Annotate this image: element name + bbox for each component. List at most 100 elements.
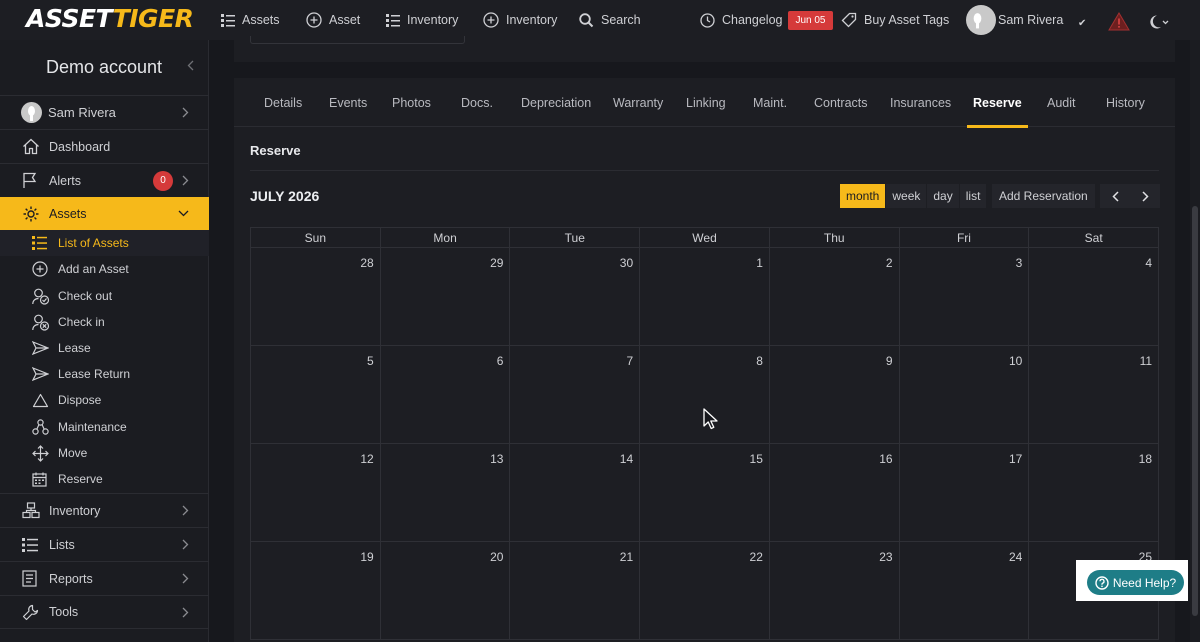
tab-details[interactable]: Details: [264, 78, 302, 127]
sidebar-item-alerts[interactable]: Alerts 0: [0, 163, 209, 197]
calendar-day[interactable]: 11: [1029, 346, 1160, 444]
nav-assets[interactable]: Assets: [221, 10, 280, 30]
sidebar-item-label: Lists: [49, 537, 75, 552]
nav-assets-label: Assets: [242, 13, 280, 27]
sidebar-subitem-label: Check in: [58, 315, 105, 329]
calendar-day[interactable]: 10: [899, 346, 1030, 444]
view-week-button[interactable]: week: [886, 184, 928, 208]
tab-contracts[interactable]: Contracts: [814, 78, 868, 127]
calendar-day[interactable]: 12: [251, 444, 381, 542]
user-menu[interactable]: Sam Rivera: [966, 5, 1063, 35]
calendar-day[interactable]: 17: [899, 444, 1030, 542]
calendar-day[interactable]: 14: [510, 444, 641, 542]
tab-photos[interactable]: Photos: [392, 78, 431, 127]
calendar-day[interactable]: 5: [251, 346, 381, 444]
calendar-day[interactable]: 15: [640, 444, 770, 542]
sidebar-subitem-lease[interactable]: Lease: [0, 335, 209, 361]
sidebar-subitem-lease-return[interactable]: Lease Return: [0, 361, 209, 387]
sidebar-subitem-list-of-assets[interactable]: List of Assets: [0, 230, 209, 256]
calendar-day[interactable]: 6: [380, 346, 511, 444]
calendar-day[interactable]: 9: [769, 346, 900, 444]
calendar-month-title: JULY 2026: [250, 188, 320, 204]
sidebar-item-inventory[interactable]: Inventory: [0, 493, 209, 527]
chevron-right-icon: [1141, 190, 1149, 202]
tab-audit[interactable]: Audit: [1047, 78, 1076, 127]
tab-insurances[interactable]: Insurances: [890, 78, 951, 127]
sidebar-user[interactable]: Sam Rivera: [0, 95, 209, 129]
weekday-sat: Sat: [1084, 230, 1103, 245]
tab-reserve[interactable]: Reserve: [967, 78, 1028, 128]
sidebar-subitem-dispose[interactable]: Dispose: [0, 387, 209, 413]
sidebar-subitem-check-out[interactable]: Check out: [0, 283, 209, 309]
add-reservation-button[interactable]: Add Reservation: [992, 184, 1095, 208]
calendar-day[interactable]: 16: [769, 444, 900, 542]
calendar-day[interactable]: 24: [899, 542, 1030, 640]
weekday-tue: Tue: [510, 228, 641, 247]
view-month-button[interactable]: month: [840, 184, 887, 208]
sidebar-item-lists[interactable]: Lists: [0, 527, 209, 561]
theme-toggle[interactable]: [1147, 12, 1176, 32]
nav-changelog[interactable]: Changelog Jun 05: [700, 10, 833, 30]
prev-month-button[interactable]: [1100, 184, 1130, 208]
month-calendar: Sun Mon Tue Wed Thu Fri Sat 28 29 30 1 2…: [250, 227, 1160, 640]
calendar-day[interactable]: 30: [510, 248, 641, 346]
tab-maint[interactable]: Maint.: [753, 78, 787, 127]
asset-tabs: Details Events Photos Docs. Depreciation…: [234, 78, 1175, 128]
nav-inventory[interactable]: Inventory: [386, 10, 458, 30]
calendar-day[interactable]: 28: [251, 248, 381, 346]
calendar-day[interactable]: 29: [380, 248, 511, 346]
assettiger-logo[interactable]: ASSETTIGER: [26, 4, 194, 34]
nav-add-asset[interactable]: Asset: [306, 10, 360, 30]
nav-buy-asset-tags-label: Buy Asset Tags: [864, 13, 950, 27]
calendar-day[interactable]: 19: [251, 542, 381, 640]
sidebar-subitem-add-asset[interactable]: Add an Asset: [0, 256, 209, 282]
sidebar-item-dashboard[interactable]: Dashboard: [0, 129, 209, 163]
checkmark-icon[interactable]: ✔: [1078, 13, 1086, 33]
calendar-day[interactable]: 13: [380, 444, 511, 542]
nav-buy-asset-tags[interactable]: Buy Asset Tags: [841, 10, 949, 30]
collapse-sidebar-icon[interactable]: [187, 60, 194, 71]
calendar-week: 28 29 30 1 2 3 4: [250, 248, 1160, 346]
calendar-day[interactable]: 3: [899, 248, 1030, 346]
calendar-day[interactable]: 4: [1029, 248, 1160, 346]
warning-icon[interactable]: [1108, 11, 1137, 31]
tab-docs[interactable]: Docs.: [461, 78, 493, 127]
nav-add-inventory-label: Inventory: [506, 13, 558, 27]
tab-depreciation[interactable]: Depreciation: [521, 78, 591, 127]
calendar-day[interactable]: 2: [769, 248, 900, 346]
sidebar-subitem-reserve[interactable]: Reserve: [0, 466, 209, 492]
calendar-day[interactable]: 23: [769, 542, 900, 640]
page-scrollbar[interactable]: [1190, 40, 1200, 642]
calendar-day[interactable]: 21: [510, 542, 641, 640]
view-list-button[interactable]: list: [959, 184, 988, 208]
view-day-button[interactable]: day: [927, 184, 960, 208]
question-circle-icon: [1095, 575, 1109, 590]
tab-events[interactable]: Events: [329, 78, 367, 127]
need-help-button[interactable]: Need Help?: [1087, 570, 1184, 595]
calendar-day[interactable]: 22: [640, 542, 770, 640]
logo-part-asset: ASSET: [26, 4, 113, 33]
sidebar-subitem-maintenance[interactable]: Maintenance: [0, 414, 209, 440]
next-month-button[interactable]: [1130, 184, 1160, 208]
sidebar-subitem-move[interactable]: Move: [0, 440, 209, 466]
calendar-day[interactable]: 20: [380, 542, 511, 640]
calendar-day[interactable]: 18: [1029, 444, 1160, 542]
tab-linking[interactable]: Linking: [686, 78, 726, 127]
chevron-right-icon: [182, 175, 189, 186]
sidebar-item-assets[interactable]: Assets: [0, 197, 209, 230]
account-name: Demo account: [45, 57, 163, 77]
calendar-day[interactable]: 1: [640, 248, 770, 346]
send-icon: [32, 341, 49, 355]
tab-warranty[interactable]: Warranty: [613, 78, 663, 127]
sidebar-item-reports[interactable]: Reports: [0, 561, 209, 595]
scrollbar-thumb[interactable]: [1192, 206, 1198, 616]
nav-search[interactable]: Search: [579, 10, 641, 30]
calendar-day[interactable]: 7: [510, 346, 641, 444]
list-icon: [386, 13, 400, 27]
sidebar-item-tools[interactable]: Tools: [0, 595, 209, 629]
sidebar-subitem-check-in[interactable]: Check in: [0, 309, 209, 335]
tab-history[interactable]: History: [1106, 78, 1145, 127]
nav-add-asset-label: Asset: [329, 13, 361, 27]
nav-add-inventory[interactable]: Inventory: [483, 10, 557, 30]
sidebar-user-name: Sam Rivera: [48, 105, 116, 120]
